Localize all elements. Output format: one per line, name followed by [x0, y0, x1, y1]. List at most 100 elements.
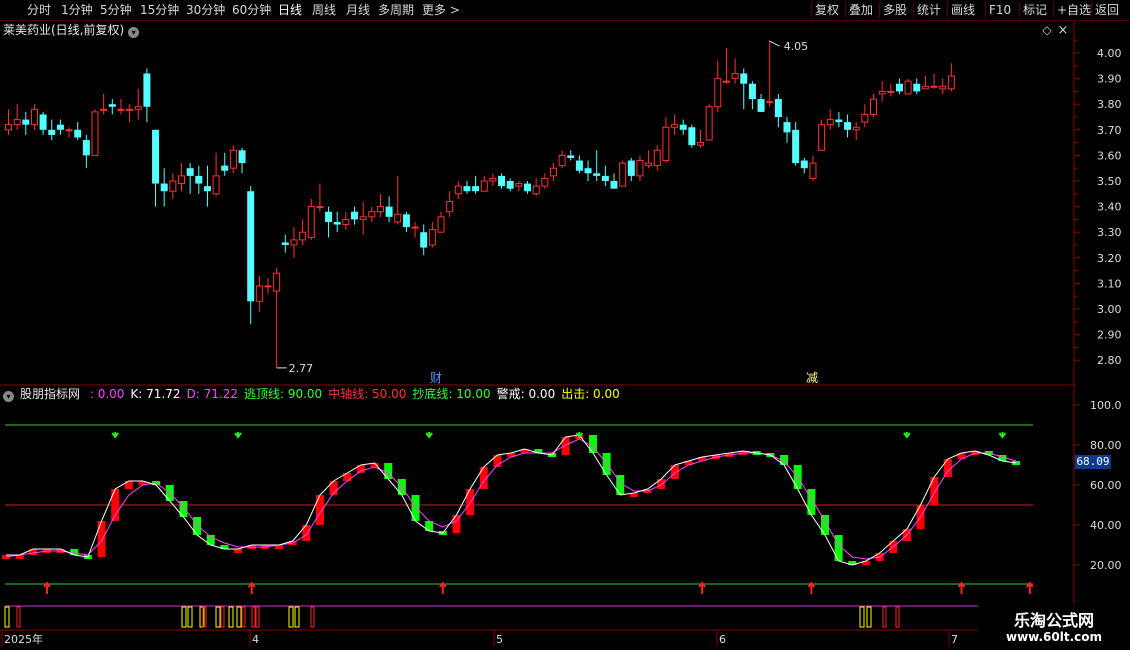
attack-signal-bar: [187, 606, 193, 628]
toolbar-separator: [879, 2, 880, 18]
candle-body: [100, 108, 108, 111]
stock-title[interactable]: 莱美药业(日线,前复权): [3, 23, 124, 37]
alert-signal-bar: [16, 606, 21, 628]
toolbar-button-2[interactable]: 多股: [883, 2, 907, 18]
k-bar: [807, 489, 816, 515]
candle-body: [671, 124, 679, 128]
candle-body: [411, 226, 419, 229]
indicator-name[interactable]: 股朋指标网: [20, 387, 80, 401]
toolbar-button-8[interactable]: 返回: [1095, 2, 1119, 18]
candle-body: [575, 160, 583, 171]
sell-arrow: [425, 432, 433, 439]
toolbar-button-1[interactable]: 叠加: [849, 2, 873, 18]
toolbar-button-0[interactable]: 复权: [815, 2, 839, 18]
candle-body: [13, 119, 21, 126]
sell-arrow: [998, 432, 1007, 439]
marker-finance: 财: [430, 371, 442, 385]
toolbar-button-3[interactable]: 统计: [917, 2, 941, 18]
period-tab-2[interactable]: 5分钟: [100, 2, 132, 18]
indicator-menu-icon[interactable]: ▾: [3, 391, 14, 402]
candle-body: [143, 73, 151, 107]
period-tab-0[interactable]: 分时: [27, 2, 51, 18]
period-tab-8[interactable]: 月线: [346, 2, 370, 18]
alert-signal-bar: [310, 606, 315, 628]
indicator-axis-label: 40.00: [1090, 519, 1122, 532]
attack-signal-bar: [4, 606, 10, 628]
toolbar-button-5[interactable]: F10: [989, 2, 1011, 18]
period-tab-10[interactable]: 更多 >: [422, 2, 460, 18]
candle-body: [653, 149, 661, 167]
indicator-axis-label: 100.0: [1090, 399, 1122, 412]
chart-canvas[interactable]: 4.00 3.90 3.80 3.70 3.60 3.50 3.40 3.30 3.20 3.10…: [0, 0, 1130, 650]
attack-signal-bar: [859, 606, 865, 628]
candle-body: [454, 185, 462, 195]
candle-body: [878, 90, 886, 95]
candle-body: [852, 126, 860, 131]
candle-body: [91, 111, 99, 156]
candle-body: [428, 229, 436, 246]
candle-body: [939, 85, 947, 90]
candle-body: [498, 175, 506, 187]
period-tab-4[interactable]: 30分钟: [186, 2, 225, 18]
period-tab-9[interactable]: 多周期: [378, 2, 414, 18]
k-bar: [930, 477, 939, 505]
candle-body: [619, 162, 627, 187]
indicator-field-2: D: 71.22: [186, 387, 238, 401]
title-menu-icon[interactable]: ▾: [128, 27, 140, 38]
period-tab-3[interactable]: 15分钟: [140, 2, 179, 18]
candle-body: [22, 119, 30, 125]
period-tab-6[interactable]: 日线: [278, 2, 302, 18]
candle-body: [264, 285, 272, 288]
candle-body: [705, 106, 713, 141]
period-tab-5[interactable]: 60分钟: [232, 2, 271, 18]
candle-body: [203, 186, 211, 192]
candle-body: [688, 127, 696, 146]
period-tab-7[interactable]: 周线: [312, 2, 336, 18]
toolbar-separator: [1053, 2, 1054, 18]
watermark-title: 乐淘公式网: [1013, 611, 1094, 630]
candle-body: [610, 181, 618, 189]
candle-body: [437, 216, 445, 233]
attack-signal-bar: [181, 606, 187, 628]
toolbar-button-4[interactable]: 画线: [951, 2, 975, 18]
toolbar-separator: [1019, 2, 1020, 18]
candle-body: [895, 83, 903, 92]
period-tab-1[interactable]: 1分钟: [61, 2, 93, 18]
k-bar: [411, 495, 420, 521]
main-panel-title[interactable]: 莱美药业(日线,前复权) ▾: [3, 22, 140, 38]
indicator-field-0: : 0.00: [89, 387, 125, 401]
indicator-title[interactable]: ▾ 股朋指标网 : 0.00 K: 71.72 D: 71.22 逃顶线: 90.00 中…: [3, 386, 626, 402]
candle-body: [567, 155, 575, 158]
candle-body: [809, 162, 817, 179]
buy-arrow: [439, 581, 447, 594]
toolbar-button-7[interactable]: +自选: [1057, 2, 1091, 18]
candle-body: [904, 80, 912, 95]
alert-signal-bar: [220, 606, 225, 628]
candle-body: [368, 211, 376, 218]
toolbar-button-6[interactable]: 标记: [1023, 2, 1047, 18]
price-axis-label: 3.60: [1097, 149, 1122, 162]
candle-body: [489, 177, 497, 182]
indicator-field-4: 中轴线: 50.00: [328, 387, 407, 401]
candle-body: [359, 216, 367, 220]
alert-signal-bar: [251, 606, 256, 628]
candle-body: [593, 173, 601, 176]
candle-body: [238, 150, 246, 164]
candle-body: [169, 180, 177, 192]
price-axis-label: 3.30: [1097, 226, 1122, 239]
candle-body: [385, 206, 393, 217]
candle-body: [56, 124, 64, 130]
candle-body: [299, 231, 307, 241]
indicator-axis-label: 80.00: [1090, 439, 1122, 452]
watermark-url: www.60lt.com: [1005, 630, 1103, 644]
candle-body: [446, 200, 454, 213]
toolbar-separator: [985, 2, 986, 18]
candle-body: [5, 124, 12, 131]
attack-signal-bar: [215, 606, 221, 628]
candle-body: [480, 180, 488, 192]
candle-body: [117, 108, 125, 111]
d-line: [5, 438, 1017, 560]
candle-body: [627, 160, 635, 176]
watermark: 乐淘公式网 www.60lt.com: [978, 604, 1130, 650]
candle-body: [740, 73, 748, 84]
